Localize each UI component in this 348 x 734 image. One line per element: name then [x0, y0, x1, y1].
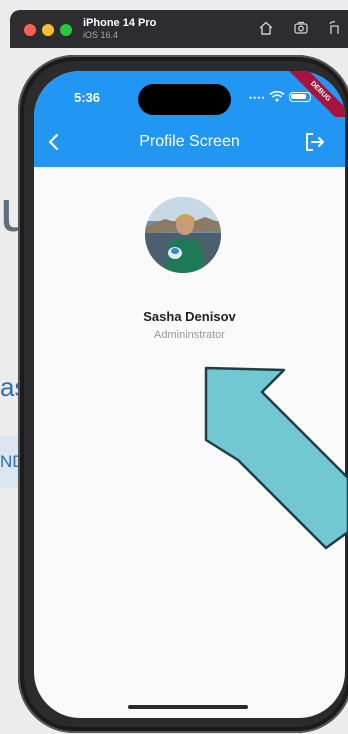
annotation-arrow-icon: [204, 366, 348, 550]
